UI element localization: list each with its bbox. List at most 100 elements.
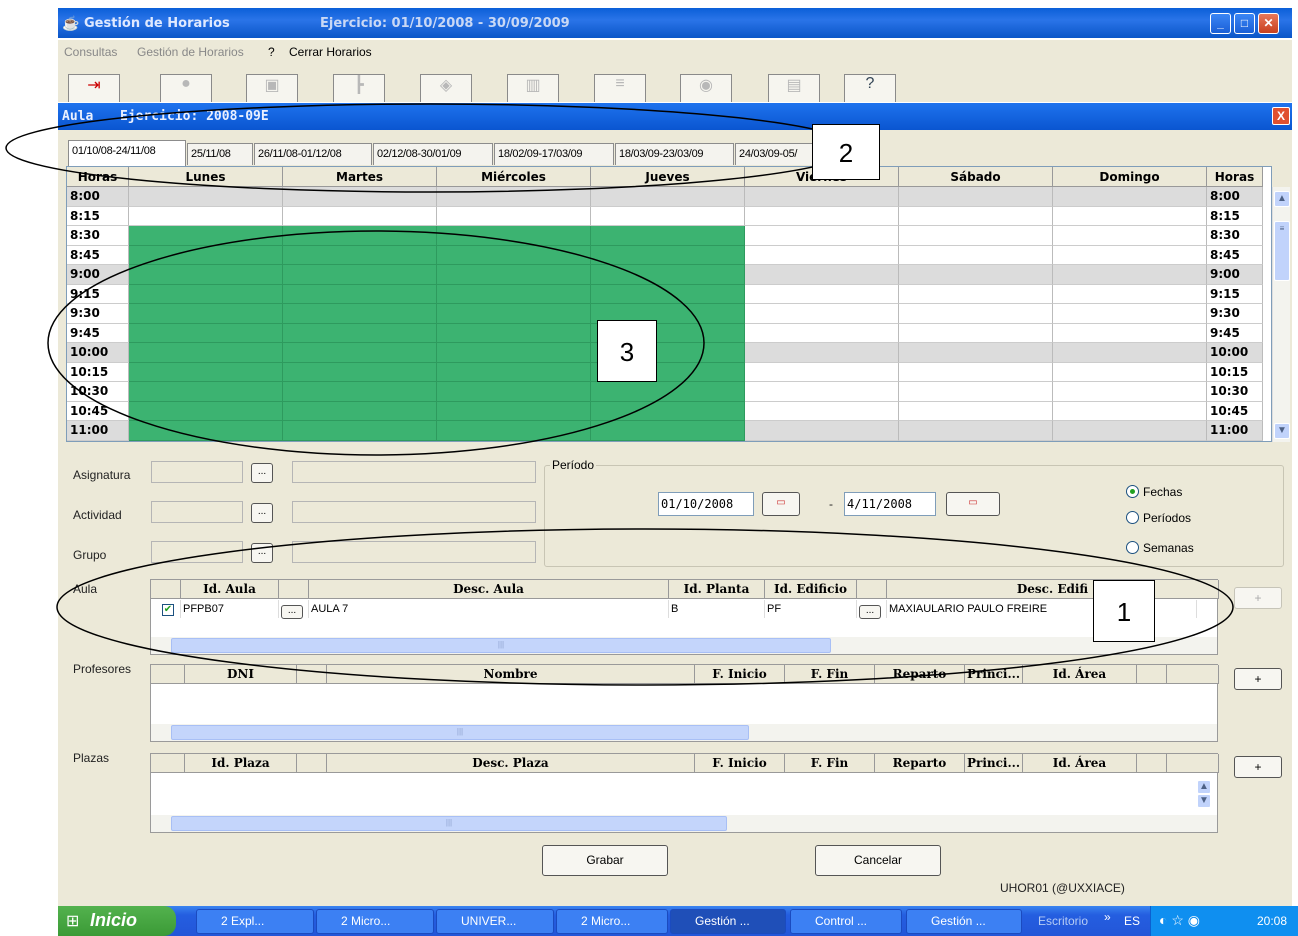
tab-period-6[interactable]: 18/03/09-23/03/09 [615,143,734,165]
grabar-button[interactable]: Grabar [542,845,668,876]
schedule-cell[interactable] [437,284,591,304]
actividad-desc-field[interactable] [292,501,536,523]
schedule-cell[interactable] [283,226,437,246]
cancelar-button[interactable]: Cancelar [815,845,941,876]
menu-consultas[interactable]: Consultas [64,45,117,59]
tab-period-2[interactable]: 25/11/08 [187,143,253,165]
col-f-inicio[interactable]: F. Inicio [695,754,785,773]
people-icon[interactable]: ● [160,74,212,102]
schedule-cell[interactable] [129,187,283,207]
asignatura-code-field[interactable] [151,461,243,483]
task-gestion-1[interactable]: Gestión ... [670,909,786,934]
col-id-plaza[interactable]: Id. Plaza [185,754,297,773]
schedule-cell[interactable] [745,226,899,246]
schedule-cell[interactable] [899,187,1053,207]
plazas-hscroll-thumb[interactable]: ||| [171,816,727,831]
aula-row-lookup-button[interactable]: ... [281,605,303,619]
col-f-fin[interactable]: F. Fin [785,665,875,684]
schedule-cell[interactable] [283,323,437,343]
grupo-code-field[interactable] [151,541,243,563]
radio-periodos[interactable]: Períodos [1126,511,1191,525]
plazas-scroll-up-arrow[interactable]: ▲ [1197,780,1211,794]
calendar-hasta-icon[interactable]: ▭ [946,492,1000,516]
close-window-button[interactable]: ✕ [1258,13,1279,34]
schedule-cell[interactable] [591,206,745,226]
schedule-cell[interactable] [283,206,437,226]
asignatura-lookup-button[interactable]: ... [251,463,273,483]
save-disk-icon[interactable]: ▤ [768,74,820,102]
row-checkbox[interactable]: ✔ [151,600,181,618]
schedule-cell[interactable] [1053,343,1207,363]
schedule-cell[interactable] [745,206,899,226]
schedule-cell[interactable] [283,304,437,324]
list-icon[interactable]: ≡ [594,74,646,102]
schedule-cell[interactable] [437,245,591,265]
schedule-cell[interactable] [591,421,745,441]
building-icon[interactable]: ▥ [507,74,559,102]
col-dni[interactable]: DNI [185,665,297,684]
schedule-cell[interactable] [283,343,437,363]
grupo-lookup-button[interactable]: ... [251,543,273,563]
col-principal[interactable]: Princi... [965,754,1023,773]
schedule-cell[interactable] [745,343,899,363]
schedule-cell[interactable] [129,206,283,226]
asignatura-desc-field[interactable] [292,461,536,483]
plazas-add-button[interactable]: + [1234,756,1282,778]
menu-cerrar-horarios[interactable]: Cerrar Horarios [289,45,372,59]
schedule-cell[interactable] [591,265,745,285]
col-reparto[interactable]: Reparto [875,665,965,684]
schedule-cell[interactable] [129,343,283,363]
schedule-cell[interactable] [283,284,437,304]
plazas-scroll-down-arrow[interactable]: ▼ [1197,794,1211,808]
schedule-cell[interactable] [283,382,437,402]
schedule-cell[interactable] [899,284,1053,304]
maximize-button[interactable]: □ [1234,13,1255,34]
schedule-cell[interactable] [1053,362,1207,382]
schedule-cell[interactable] [437,323,591,343]
profesores-hscroll-thumb[interactable]: ||| [171,725,749,740]
schedule-cell[interactable] [899,206,1053,226]
schedule-cell[interactable] [129,304,283,324]
schedule-cell[interactable] [437,265,591,285]
schedule-cell[interactable] [1053,206,1207,226]
col-id-area[interactable]: Id. Área [1023,754,1137,773]
col-f-fin[interactable]: F. Fin [785,754,875,773]
globe-icon[interactable]: ◉ [680,74,732,102]
schedule-cell[interactable] [591,401,745,421]
tab-period-1[interactable]: 01/10/08-24/11/08 [68,140,186,166]
schedule-cell[interactable] [591,284,745,304]
schedule-cell[interactable] [283,421,437,441]
dialog-close-button[interactable]: X [1272,107,1290,125]
schedule-cell[interactable] [745,362,899,382]
schedule-cell[interactable] [745,284,899,304]
aula-hscrollbar[interactable]: ||| [151,637,1217,654]
task-explorer[interactable]: 2 Expl... [196,909,314,934]
cell-lookup[interactable]: ... [857,600,887,619]
tab-period-3[interactable]: 26/11/08-01/12/08 [254,143,372,165]
col-desc-aula[interactable]: Desc. Aula [309,580,669,599]
escritorio-toolbar[interactable]: Escritorio [1038,914,1088,928]
schedule-cell[interactable] [1053,382,1207,402]
schedule-cell[interactable] [437,421,591,441]
schedule-cell[interactable] [437,226,591,246]
schedule-cell[interactable] [745,323,899,343]
schedule-cell[interactable] [899,226,1053,246]
schedule-cell[interactable] [1053,421,1207,441]
col-desc-plaza[interactable]: Desc. Plaza [327,754,695,773]
col-principal[interactable]: Princi... [965,665,1023,684]
schedule-cell[interactable] [129,245,283,265]
task-univer[interactable]: UNIVER... [436,909,554,934]
edificio-row-lookup-button[interactable]: ... [859,605,881,619]
schedule-cell[interactable] [745,382,899,402]
minimize-button[interactable]: _ [1210,13,1231,34]
schedule-cell[interactable] [899,421,1053,441]
schedule-cell[interactable] [591,245,745,265]
schedule-cell[interactable] [129,323,283,343]
map-icon[interactable]: ◈ [420,74,472,102]
aula-hscroll-thumb[interactable]: ||| [171,638,831,653]
col-id-area[interactable]: Id. Área [1023,665,1137,684]
schedule-cell[interactable] [591,187,745,207]
schedule-cell[interactable] [437,401,591,421]
task-micro-2[interactable]: 2 Micro... [556,909,668,934]
schedule-cell[interactable] [899,323,1053,343]
